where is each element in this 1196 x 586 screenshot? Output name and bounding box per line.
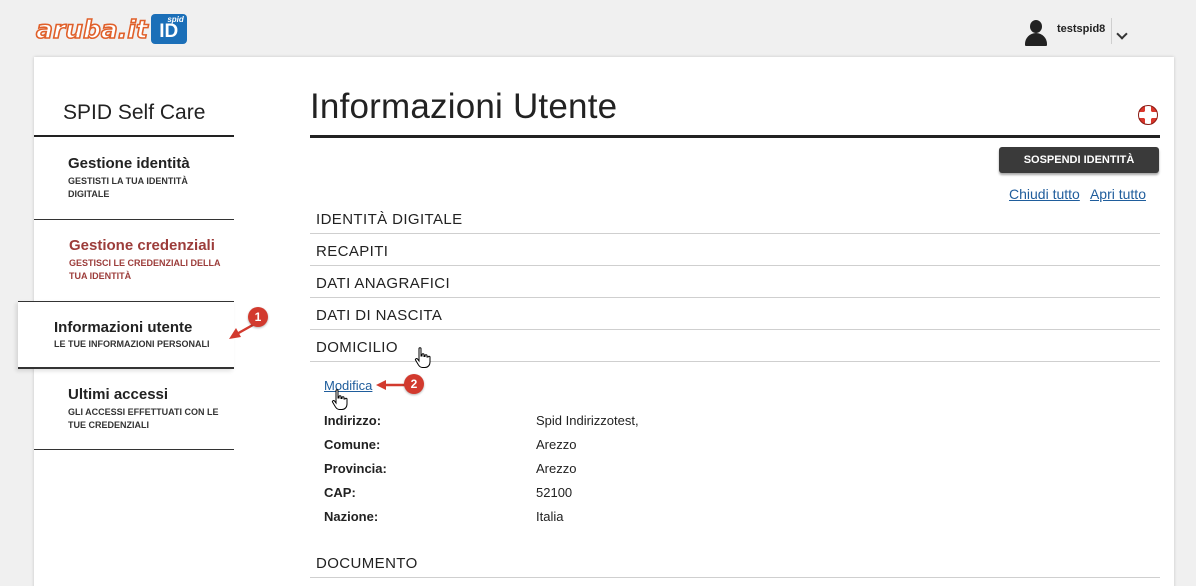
hand-pointer-icon — [414, 347, 431, 368]
section-identita-digitale[interactable]: IDENTITÀ DIGITALE — [310, 202, 1160, 234]
annotation-badge-2: 2 — [404, 374, 424, 394]
sidebar-item-subtitle: GLI ACCESSI EFFETTUATI CON LE TUE CREDEN… — [68, 407, 219, 430]
section-label: DOMICILIO — [316, 339, 398, 356]
field-label-cap: CAP: — [324, 485, 356, 500]
user-menu-divider — [1111, 18, 1113, 44]
sidebar-item-ultimi-accessi[interactable]: Ultimi accessi GLI ACCESSI EFFETTUATI CO… — [34, 386, 234, 432]
sidebar-item-subtitle: LE TUE INFORMAZIONI PERSONALI — [54, 339, 210, 349]
chevron-down-icon[interactable] — [1116, 28, 1128, 40]
sidebar-item-title: Gestione identità — [68, 155, 190, 172]
sidebar-item-title: Ultimi accessi — [68, 386, 169, 403]
user-name: testspid8 — [1057, 23, 1106, 35]
user-icon — [1024, 18, 1048, 46]
open-all-link[interactable]: Apri tutto — [1090, 186, 1146, 202]
top-bar: aruba.it spid ID testspid8 — [0, 0, 1196, 56]
field-value-comune: Arezzo — [536, 437, 577, 452]
section-label: DATI DI NASCITA — [316, 307, 443, 324]
badge-large-text: ID — [159, 21, 179, 42]
suspend-identity-button[interactable]: SOSPENDI IDENTITÀ — [999, 147, 1159, 173]
sidebar-item-title: Informazioni utente — [54, 319, 193, 336]
field-label-comune: Comune: — [324, 437, 381, 452]
sidebar-divider — [34, 449, 234, 450]
section-documento[interactable]: DOCUMENTO — [310, 546, 1160, 578]
spid-id-badge: spid ID — [150, 14, 187, 44]
field-value-provincia: Arezzo — [536, 461, 577, 476]
sidebar-divider — [34, 219, 234, 220]
section-dati-di-nascita[interactable]: DATI DI NASCITA — [310, 298, 1160, 330]
sidebar-top-divider — [34, 135, 234, 137]
page-title: Informazioni Utente — [310, 87, 618, 126]
field-value-indirizzo: Spid Indirizzotest, — [536, 413, 639, 428]
section-label: RECAPITI — [316, 243, 389, 260]
title-underline — [310, 135, 1160, 138]
hand-pointer-icon — [331, 389, 348, 410]
aruba-spid-logo[interactable]: aruba.it spid ID — [35, 12, 187, 45]
close-all-link[interactable]: Chiudi tutto — [1009, 186, 1080, 202]
sidebar-item-gestione-credenziali[interactable]: Gestione credenziali GESTISCI LE CREDENZ… — [34, 237, 234, 283]
content-card: SPID Self Care Gestione identità GESTIST… — [18, 57, 1174, 586]
field-value-nazione: Italia — [536, 509, 564, 524]
badge-small-text: spid — [167, 15, 184, 24]
sidebar-item-subtitle: GESTISCI LE CREDENZIALI DELLA TUA IDENTI… — [69, 258, 221, 281]
sidebar-item-informazioni-utente[interactable]: Informazioni utente LE TUE INFORMAZIONI … — [18, 301, 234, 369]
section-label: IDENTITÀ DIGITALE — [316, 211, 463, 228]
sidebar-item-gestione-identita[interactable]: Gestione identità GESTISTI LA TUA IDENTI… — [34, 155, 234, 201]
sidebar-title: SPID Self Care — [63, 101, 206, 124]
section-domicilio[interactable]: DOMICILIO — [310, 330, 1160, 362]
section-label: DATI ANAGRAFICI — [316, 275, 451, 292]
user-menu[interactable]: testspid8 — [1024, 18, 1128, 48]
lifebuoy-icon-outline — [1138, 105, 1158, 125]
field-label-provincia: Provincia: — [324, 461, 387, 476]
accordion-controls: Chiudi tutto Apri tutto — [1009, 186, 1153, 202]
field-label-indirizzo: Indirizzo: — [324, 413, 382, 428]
sidebar-item-title: Gestione credenziali — [69, 237, 215, 254]
annotation-badge-1: 1 — [248, 307, 268, 327]
logo-text: aruba.it — [35, 15, 148, 45]
sidebar-item-subtitle: GESTISTI LA TUA IDENTITÀ DIGITALE — [68, 176, 188, 199]
section-dati-anagrafici[interactable]: DATI ANAGRAFICI — [310, 266, 1160, 298]
field-label-nazione: Nazione: — [324, 509, 379, 524]
field-value-cap: 52100 — [536, 485, 573, 500]
section-label: DOCUMENTO — [316, 555, 418, 572]
section-recapiti[interactable]: RECAPITI — [310, 234, 1160, 266]
